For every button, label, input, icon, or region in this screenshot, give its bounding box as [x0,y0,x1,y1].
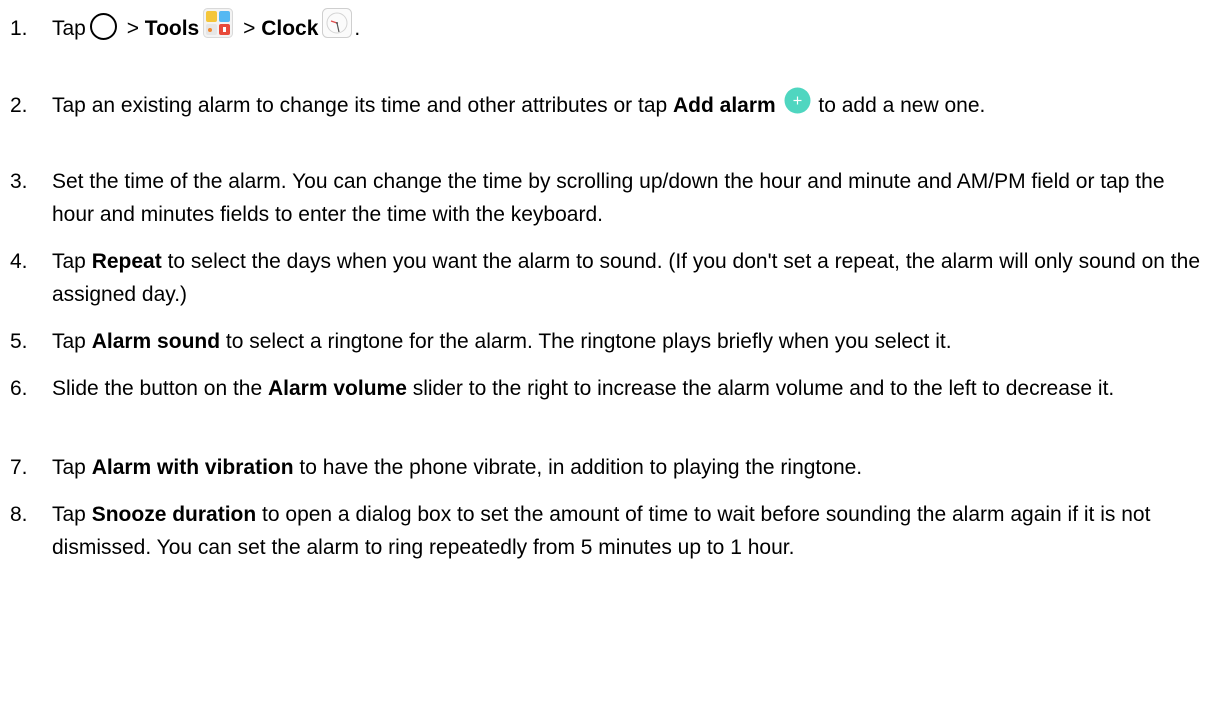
step-number: 3. [10,170,28,193]
step-text: Tap Repeat to select the days when you w… [52,250,1201,306]
step-text: Slide the button on the Alarm volume sli… [52,377,1115,400]
step-number: 4. [10,250,28,273]
list-item: 6. Slide the button on the Alarm volume … [10,372,1200,405]
tools-folder-icon [203,8,234,39]
step-number: 7. [10,456,28,479]
step-number: 2. [10,94,28,117]
list-item: 8. Tap Snooze duration to open a dialog … [10,498,1200,564]
step-text: Set the time of the alarm. You can chang… [52,170,1165,226]
step-text: Tap > Tools > Clock . [52,8,1200,45]
step-text: Tap Alarm sound to select a ringtone for… [52,330,952,353]
list-item: 5. Tap Alarm sound to select a ringtone … [10,325,1200,358]
step-number: 1. [10,17,28,40]
list-item: 3. Set the time of the alarm. You can ch… [10,165,1200,231]
list-item: 2. Tap an existing alarm to change its t… [10,87,1200,122]
step-text: Tap Snooze duration to open a dialog box… [52,503,1151,559]
step-text: Tap an existing alarm to change its time… [52,87,1200,122]
instruction-list: 1. Tap > Tools > Clock . 2. Tap an exist… [0,0,1210,706]
list-item: 7. Tap Alarm with vibration to have the … [10,451,1200,484]
list-item: 1. Tap > Tools > Clock . [10,8,1200,45]
step-number: 5. [10,330,28,353]
list-item: 4. Tap Repeat to select the days when yo… [10,245,1200,311]
home-circle-icon [89,12,117,40]
step-text: Tap Alarm with vibration to have the pho… [52,456,863,479]
add-alarm-plus-icon [784,87,811,114]
step-number: 8. [10,503,28,526]
step-number: 6. [10,377,28,400]
clock-app-icon [322,8,353,39]
